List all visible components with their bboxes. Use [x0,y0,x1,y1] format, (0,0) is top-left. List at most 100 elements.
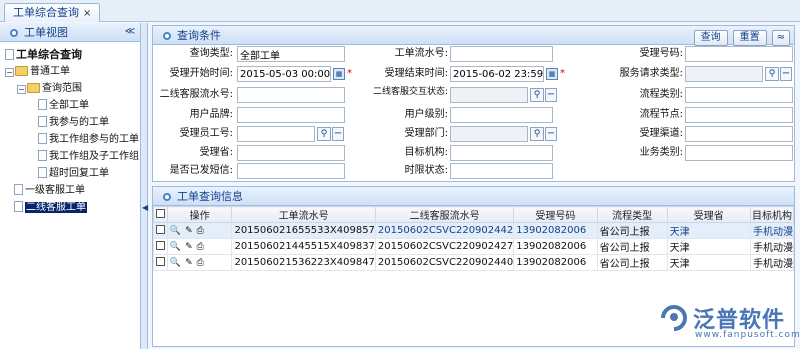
collapse-toggle-icon[interactable]: − [17,85,26,94]
tree-node-root[interactable]: 工单综合查询 [0,46,140,63]
tree-node-l2[interactable]: 二线客服工单 [0,199,140,216]
select-all-header[interactable] [153,206,168,223]
query-row-5: 受理员工号: ⚲ − 受理部门: ⚲ − 受理渠道: [153,126,794,142]
required-mark: * [560,68,565,79]
edit-icon[interactable]: ✎ [185,226,193,236]
start-time-label: 受理开始时间: [169,68,233,79]
l2-flow-no-field[interactable] [237,87,345,103]
row-checkbox[interactable] [156,257,165,266]
close-icon[interactable]: × [83,8,91,19]
end-time-field[interactable] [450,66,544,82]
splitter[interactable]: ◀ [141,23,148,349]
brand-field[interactable] [237,107,345,123]
flow-type-label: 流程类别: [639,89,683,100]
view-icon[interactable]: 🔍 [170,242,181,252]
province-field[interactable] [237,145,345,161]
view-icon[interactable]: 🔍 [170,258,181,268]
tree-node-l1[interactable]: 一级客服工单 [0,182,140,199]
start-time-field[interactable] [237,66,331,82]
tree-node-timeout[interactable]: 超时回复工单 [0,165,140,182]
reset-button[interactable]: 重置 [732,30,767,46]
type-field[interactable] [237,46,345,62]
sms-sent-field[interactable] [237,163,345,179]
cell-l2-no[interactable]: 20150602CSVC220902442 [374,222,515,239]
cell-l2-no[interactable]: 20150602CSVC220902427 [374,238,515,255]
clear-icon[interactable]: − [545,127,557,141]
flow-no-field[interactable] [450,46,553,62]
col-province[interactable]: 受理省 [666,206,752,223]
l2-interact-field[interactable] [450,87,528,103]
cell-accept-no[interactable]: 13902082006 [513,222,598,239]
row-checkbox[interactable] [156,225,165,234]
type-label: 查询类型: [189,48,233,59]
col-l2-no[interactable]: 二线客服流水号 [374,206,515,223]
tree-node-subgroup[interactable]: 我工作组及子工作组 [0,148,140,165]
print-icon[interactable]: ⎙ [197,226,204,236]
end-time-label: 受理结束时间: [384,68,448,79]
query-panel: 查询条件 查询重置≈ 查询类型: 工单流水号: 受理号码: 受理开始时间: ▦ … [152,25,795,182]
service-type-field[interactable] [685,66,763,82]
collapse-up-icon[interactable]: ≈ [771,30,790,46]
search-icon[interactable]: ⚲ [765,67,779,81]
staff-no-field[interactable] [237,126,315,142]
cell-accept-no[interactable]: 13902082006 [513,254,598,271]
dept-label: 受理部门: [404,128,448,139]
level-field[interactable] [450,107,553,123]
left-panel-header: 工单视图 ≪ [0,23,140,42]
edit-icon[interactable]: ✎ [185,258,193,268]
tree-node-group[interactable]: 我工作组参与的工单 [0,131,140,148]
search-icon[interactable]: ⚲ [530,88,544,102]
print-icon[interactable]: ⎙ [197,242,204,252]
collapse-toggle-icon[interactable]: − [5,68,14,77]
accept-no-field[interactable] [685,46,793,62]
document-icon [5,49,14,60]
col-target[interactable]: 目标机构 [750,206,794,223]
tab-query[interactable]: 工单综合查询 × [4,3,101,22]
brand-logo: 泛普软件 www.fanpusoft.com [655,300,800,344]
cell-accept-no[interactable]: 13902082006 [513,238,598,255]
left-panel-title: 工单视图 [24,26,68,39]
tree-node-scope[interactable]: − 查询范围 [0,80,140,97]
col-accept-no[interactable]: 受理号码 [513,206,598,223]
expand-arrow-icon[interactable]: ◀ [142,203,148,212]
calendar-icon[interactable]: ▦ [546,68,558,80]
document-icon [14,184,23,195]
dept-field[interactable] [450,126,528,142]
flow-type-field[interactable] [685,87,793,103]
query-button[interactable]: 查询 [693,30,728,46]
edit-icon[interactable]: ✎ [185,242,193,252]
col-flow-type[interactable]: 流程类型 [596,206,668,223]
print-icon[interactable]: ⎙ [197,258,204,268]
level-label: 用户级别: [404,109,448,120]
cell-l2-no[interactable]: 20150602CSVC220902440 [374,254,515,271]
view-icon[interactable]: 🔍 [170,226,181,236]
row-checkbox[interactable] [156,241,165,250]
col-flow-no[interactable]: 工单流水号 [231,206,376,223]
clear-icon[interactable]: − [545,88,557,102]
tree-node-normal[interactable]: − 普通工单 [0,63,140,80]
flow-node-field[interactable] [685,107,793,123]
search-icon[interactable]: ⚲ [317,127,331,141]
clear-icon[interactable]: − [780,67,792,81]
cell-flow-type: 省公司上报 [596,222,668,239]
table-row[interactable]: 🔍 ✎ ⎙ 201506021655533X409857 20150602CSVC2… [153,222,794,239]
search-icon[interactable]: ⚲ [530,127,544,141]
biz-type-field[interactable] [685,145,793,161]
row-ops: 🔍 ✎ ⎙ [166,254,233,271]
timeout-field[interactable] [450,163,553,179]
result-panel-header: 工单查询信息 [153,187,794,206]
required-mark: * [347,68,352,79]
clear-icon[interactable]: − [332,127,344,141]
table-row[interactable]: 🔍 ✎ ⎙ 201506021536223X409847 20150602CSVC2… [153,254,794,271]
tree-node-mine[interactable]: 我参与的工单 [0,114,140,131]
tree-node-all[interactable]: 全部工单 [0,97,140,114]
result-table: 操作 工单流水号 二线客服流水号 受理号码 流程类型 受理省 目标机构 🔍 ✎ ⎙ … [153,206,794,271]
channel-field[interactable] [685,126,793,142]
cell-flow-no: 201506021445515X409837 [231,238,376,255]
target-org-field[interactable] [450,145,553,161]
l2-interact-label: 二线客服交互状态: [372,87,448,97]
select-all-checkbox[interactable] [155,209,165,218]
table-row[interactable]: 🔍 ✎ ⎙ 201506021445515X409837 20150602CSVC2… [153,238,794,255]
calendar-icon[interactable]: ▦ [333,68,345,80]
collapse-icon[interactable]: ≪ [124,26,136,38]
